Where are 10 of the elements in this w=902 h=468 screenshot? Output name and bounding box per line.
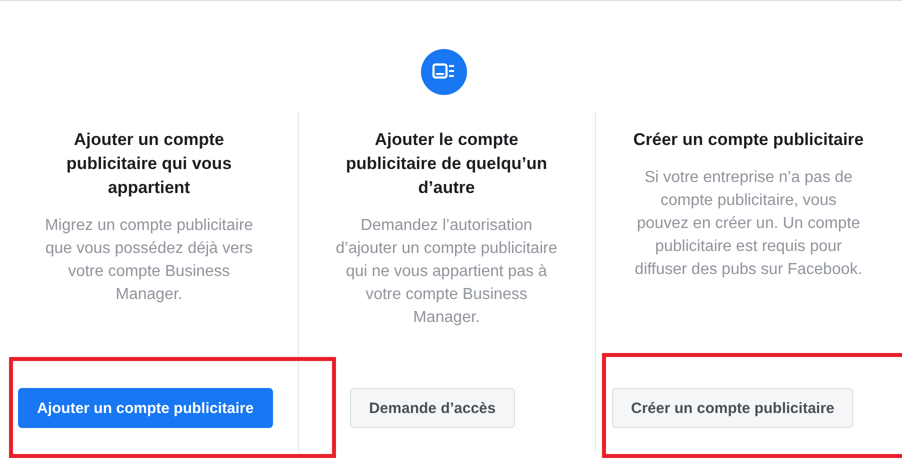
action-button[interactable]: Créer un compte publicitaire [612,388,854,428]
option-title: Ajouter le compte publicitaire de quelqu’un d’autre [344,129,548,199]
option-title: Créer un compte publicitaire [633,129,864,151]
monitor-list-icon [421,49,467,95]
add-account-button[interactable]: Ajouter un compte publicitaire [18,388,273,428]
option-description: Demandez l’autorisation d’ajouter un compte publicitaire qui ne vous appartient pas à votre compte Business Manager. [334,216,558,328]
action-button[interactable]: Demande d’accès [350,388,515,428]
option-description: Si votre entreprise n’a pas de compte publicitaire, vous pouvez en créer un. Un compte publicitaire est requis pour diffuser des pubs sur Facebook. [634,168,864,280]
option-title: Ajouter un compte publicitaire qui vous appartient [65,129,233,199]
option-description: Migrez un compte publicitaire que vous possédez déjà vers votre compte Business Manager. [44,216,254,305]
